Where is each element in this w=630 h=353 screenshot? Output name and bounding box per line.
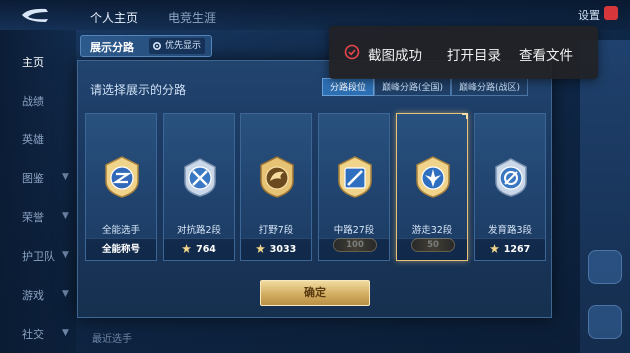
card-title: 全能称号 xyxy=(101,244,140,255)
priority-display-button[interactable]: 优先显示 xyxy=(149,38,206,54)
star-icon xyxy=(489,244,499,253)
gear-icon xyxy=(152,41,162,51)
selected-corner-icon xyxy=(462,113,468,119)
view-file-button[interactable]: 查看文件 xyxy=(519,44,573,64)
card-footer: 764 xyxy=(164,238,234,260)
right-panel xyxy=(580,40,630,353)
star-count: 1267 xyxy=(503,244,531,255)
route-card-all-round[interactable]: 全能选手 全能称号 xyxy=(85,113,157,261)
card-footer: 全能称号 xyxy=(86,238,156,260)
card-footer xyxy=(319,238,389,260)
sidebar-item-honors[interactable]: 荣誉 xyxy=(22,209,44,225)
side-badge[interactable] xyxy=(588,305,622,339)
clash-lane-emblem-icon xyxy=(184,158,216,197)
chevron-down-icon: ▼ xyxy=(62,289,69,299)
card-label: 打野7段 xyxy=(258,225,294,236)
tab-personal-home[interactable]: 个人主页 xyxy=(90,9,138,26)
sidebar-item-social[interactable]: 社交 xyxy=(22,326,44,342)
chevron-down-icon: ▼ xyxy=(62,250,69,260)
route-card-farm-lane[interactable]: 发育路3段 1267 xyxy=(474,113,546,261)
screenshot-toast: 截图成功 打开目录 查看文件 xyxy=(329,26,598,79)
tab-esports-career[interactable]: 电竞生涯 xyxy=(168,9,216,26)
priority-display-label: 优先显示 xyxy=(165,41,202,51)
roam-emblem-icon xyxy=(416,156,450,198)
all-round-emblem-icon xyxy=(105,156,139,198)
side-badge[interactable] xyxy=(588,250,622,284)
card-label: 中路27段 xyxy=(333,225,375,236)
sidebar-item-heroes[interactable]: 英雄 xyxy=(22,131,44,147)
sidebar-item-records[interactable]: 战绩 xyxy=(22,93,44,109)
modal-title: 展示分路 xyxy=(90,41,134,54)
star-count: 764 xyxy=(196,244,216,255)
mid-lane-emblem-icon xyxy=(338,156,372,198)
jungle-emblem-icon xyxy=(260,156,294,198)
route-card-roam[interactable]: 游走32段 50 xyxy=(396,113,468,261)
tab-peak-route-national[interactable]: 巅峰分路(全国) xyxy=(374,78,452,96)
settings-link[interactable]: 设置 xyxy=(578,7,600,23)
tab-peak-route-zone[interactable]: 巅峰分路(战区) xyxy=(451,78,529,96)
chevron-down-icon: ▼ xyxy=(62,328,69,338)
check-circle-icon xyxy=(344,44,360,60)
star-count: 3033 xyxy=(269,244,297,255)
sidebar-item-guard-team[interactable]: 护卫队 xyxy=(22,248,55,264)
tab-route-rank[interactable]: 分路段位 xyxy=(322,78,375,96)
confirm-button[interactable]: 确定 xyxy=(260,280,370,306)
modal-heading: 请选择展示的分路 xyxy=(90,83,187,97)
toast-message: 截图成功 xyxy=(368,48,422,64)
notification-icon[interactable] xyxy=(604,6,618,20)
segment-tabs: 分路段位 巅峰分路(全国) 巅峰分路(战区) xyxy=(322,78,529,96)
farm-lane-emblem-icon xyxy=(495,158,527,197)
open-folder-button[interactable]: 打开目录 xyxy=(447,44,501,64)
chevron-down-icon: ▼ xyxy=(62,211,69,221)
card-label: 游走32段 xyxy=(411,225,453,236)
modal-title-tag: 展示分路 优先显示 xyxy=(80,35,212,57)
recent-players-label: 最近选手 xyxy=(92,334,132,345)
card-footer: 3033 xyxy=(241,238,311,260)
sidebar-item-codex[interactable]: 图鉴 xyxy=(22,170,44,186)
route-card-jungle[interactable]: 打野7段 3033 xyxy=(240,113,312,261)
card-label: 全能选手 xyxy=(101,225,140,236)
sidebar-item-games[interactable]: 游戏 xyxy=(22,287,44,303)
route-card-mid-lane[interactable]: 中路27段 100 xyxy=(318,113,390,261)
chevron-down-icon: ▼ xyxy=(62,172,69,182)
back-arrow-icon[interactable] xyxy=(18,6,52,24)
star-icon xyxy=(255,244,265,253)
route-card-clash-lane[interactable]: 对抗路2段 764 xyxy=(163,113,235,261)
sidebar-item-home[interactable]: 主页 xyxy=(22,54,44,70)
card-label: 对抗路2段 xyxy=(176,225,222,236)
card-label: 发育路3段 xyxy=(487,225,533,236)
card-footer xyxy=(397,238,467,260)
sidebar: 主页 战绩 英雄 图鉴 ▼ 荣誉 ▼ 护卫队 ▼ 游戏 ▼ 社交 ▼ xyxy=(0,30,76,353)
card-footer: 1267 xyxy=(475,238,545,260)
star-icon xyxy=(182,244,192,253)
